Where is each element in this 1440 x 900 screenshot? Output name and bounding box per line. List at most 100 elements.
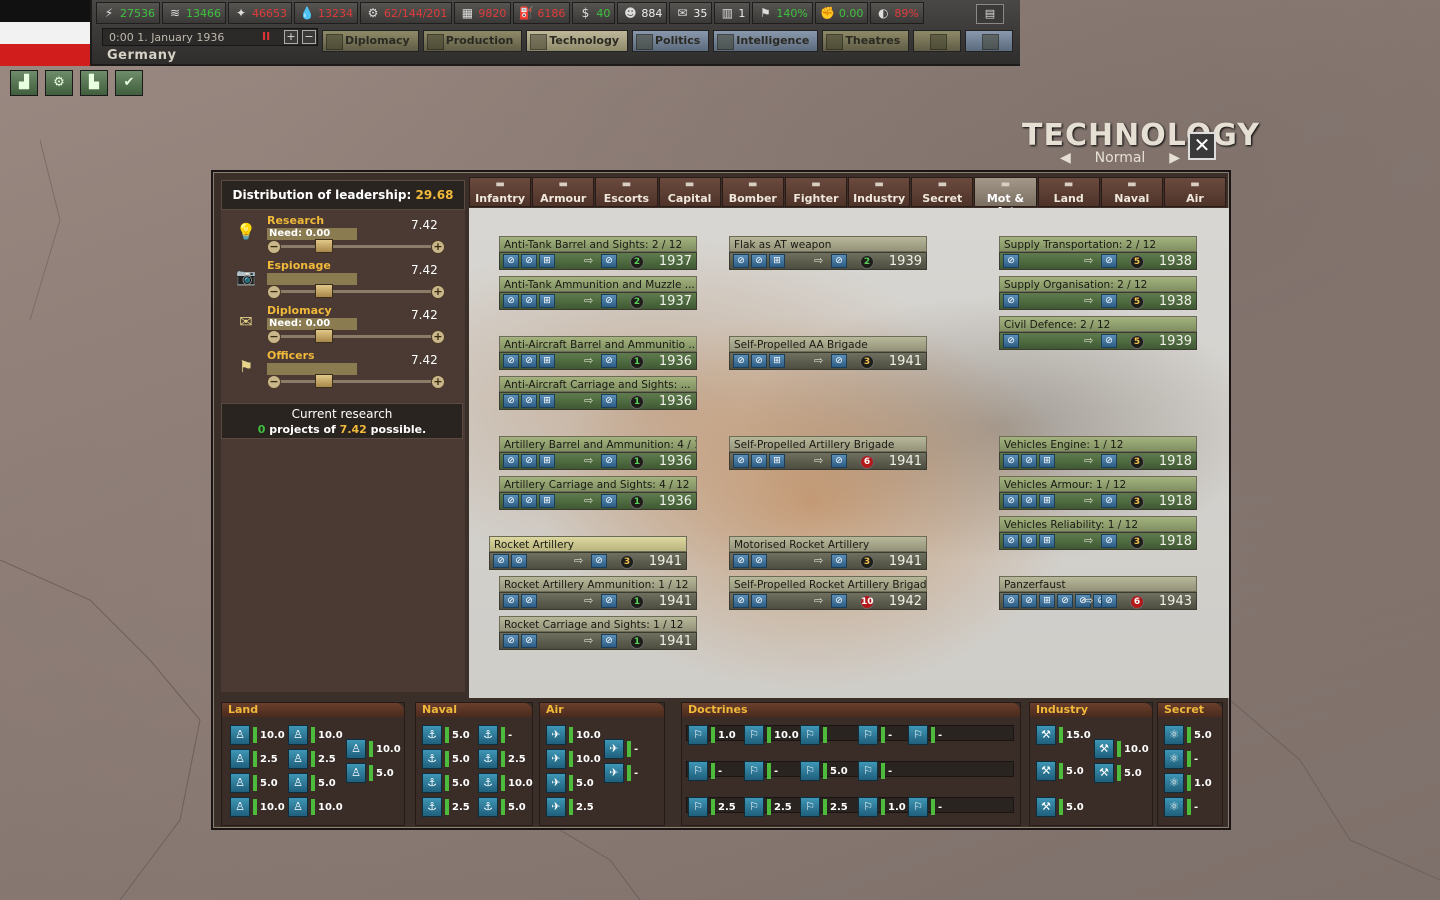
nav-technology-button[interactable]: Technology xyxy=(526,30,628,52)
summary-item[interactable]: ♙ 2.5 xyxy=(288,749,338,769)
summary-item[interactable]: ⚐ - xyxy=(744,761,794,781)
tab-secret[interactable]: ▬ Secret xyxy=(911,177,974,207)
slider-handle[interactable] xyxy=(315,239,333,253)
nav-production-button[interactable]: Production xyxy=(422,30,523,52)
tech-card[interactable]: Self-Propelled AA Brigade ⊘ ⊘ ⊞ ⇨ ⊘ 3 1941 xyxy=(729,336,927,370)
tech-card[interactable]: Rocket Artillery Ammunition: 1 / 12 ⊘ ⊘ ⇨ ⊘ 1… xyxy=(499,576,697,610)
nav-extra-7-button[interactable] xyxy=(965,30,1014,52)
speed-down-button[interactable]: − xyxy=(302,30,316,44)
checkmark-quick-icon[interactable]: ✔ xyxy=(115,70,143,96)
resource-oil[interactable]: 💧 13234 xyxy=(294,2,358,24)
tab-bomber[interactable]: ▬ Bomber xyxy=(721,177,784,207)
summary-item[interactable]: ⚐ 2.5 xyxy=(800,797,850,817)
tab-armour[interactable]: ▬ Armour xyxy=(532,177,595,207)
tech-card[interactable]: Anti-Aircraft Carriage and Sights: ... ⊘ ⊘… xyxy=(499,376,697,410)
slider-track[interactable] xyxy=(273,335,438,338)
nav-intelligence-button[interactable]: Intelligence xyxy=(713,30,819,52)
summary-item[interactable]: ⚐ 5.0 xyxy=(800,761,850,781)
summary-item[interactable]: ♙ 5.0 xyxy=(230,773,280,793)
resource-industry[interactable]: ⚙ 62/144/201 xyxy=(360,2,453,24)
tab-naval[interactable]: ▬ Naval xyxy=(1100,177,1163,207)
summary-item[interactable]: ✈ 10.0 xyxy=(546,725,601,745)
pause-button[interactable]: II xyxy=(262,30,270,43)
chart-quick-icon[interactable]: ▙ xyxy=(80,70,108,96)
summary-item[interactable]: ✈ 10.0 xyxy=(546,749,601,769)
summary-item[interactable]: ⚛ - xyxy=(1164,797,1214,817)
nav-theatres-button[interactable]: Theatres xyxy=(822,30,910,52)
summary-item[interactable]: ⚓ - xyxy=(478,725,528,745)
menu-button[interactable]: ▤ xyxy=(976,4,1004,24)
summary-item[interactable]: ⚐ 2.5 xyxy=(744,797,794,817)
summary-item[interactable]: ⚐ - xyxy=(688,761,738,781)
summary-item[interactable]: ⚛ 5.0 xyxy=(1164,725,1214,745)
summary-item[interactable]: ⚓ 10.0 xyxy=(478,773,533,793)
summary-item[interactable]: ⚒ 5.0 xyxy=(1094,763,1144,783)
decrease-button[interactable]: − xyxy=(267,375,281,389)
summary-item[interactable]: ⚐ - xyxy=(858,725,908,745)
summary-item[interactable]: ✈ 2.5 xyxy=(546,797,596,817)
summary-item[interactable]: ⚐ 10.0 xyxy=(744,725,799,745)
summary-item[interactable]: ♙ 2.5 xyxy=(230,749,280,769)
tech-card[interactable]: Panzerfaust⊘⊘⊞⊘⊘⊘⇨⊘61943 xyxy=(999,576,1197,610)
summary-item[interactable]: ⚓ 2.5 xyxy=(478,749,528,769)
resource-energy[interactable]: ⚡ 27536 xyxy=(96,2,160,24)
tech-card[interactable]: Supply Organisation: 2 / 12 ⊘ ⇨ ⊘ 5 1938 xyxy=(999,276,1197,310)
tech-card[interactable]: Artillery Barrel and Ammunition: 4 / 12 ⊘… xyxy=(499,436,697,470)
tech-card[interactable]: Vehicles Reliability: 1 / 12 ⊘ ⊘ ⊞ ⇨ ⊘ 3 1918 xyxy=(999,516,1197,550)
summary-item[interactable]: ⚒ 10.0 xyxy=(1094,739,1149,759)
tech-card[interactable]: Rocket Artillery ⊘ ⊘ ⇨ ⊘ 3 1941 xyxy=(489,536,687,570)
summary-item[interactable]: ⚛ 1.0 xyxy=(1164,773,1214,793)
summary-item[interactable]: ✈ - xyxy=(604,739,654,759)
tech-card[interactable]: Flak as AT weapon ⊘ ⊘ ⊞ ⇨ ⊘ 2 1939 xyxy=(729,236,927,270)
decrease-button[interactable]: − xyxy=(267,240,281,254)
resource-officers[interactable]: ⚑ 140% xyxy=(752,2,813,24)
tech-card[interactable]: Anti-Tank Barrel and Sights: 2 / 12 ⊘ ⊘ ⊞ ⇨ ⊘… xyxy=(499,236,697,270)
tab-industry[interactable]: ▬ Industry xyxy=(848,177,911,207)
nav-diplomacy-button[interactable]: Diplomacy xyxy=(322,30,419,52)
gear-quick-icon[interactable]: ⚙ xyxy=(45,70,73,96)
tech-card[interactable]: Anti-Tank Ammunition and Muzzle ... ⊘ ⊘ ⊞ ⇨ ⊘… xyxy=(499,276,697,310)
summary-item[interactable]: ⚓ 5.0 xyxy=(422,749,472,769)
summary-item[interactable]: ⚐ xyxy=(800,725,850,745)
tab-escorts[interactable]: ▬ Escorts xyxy=(595,177,658,207)
summary-item[interactable]: ✈ - xyxy=(604,763,654,783)
summary-item[interactable]: ⚓ 5.0 xyxy=(478,797,528,817)
summary-item[interactable]: ⚐ 1.0 xyxy=(688,725,738,745)
slider-track[interactable] xyxy=(273,290,438,293)
summary-item[interactable]: ♙ 5.0 xyxy=(288,773,338,793)
summary-item[interactable]: ♙ 5.0 xyxy=(346,763,396,783)
summary-item[interactable]: ♙ 10.0 xyxy=(230,797,285,817)
resource-fuel[interactable]: ⛽ 6186 xyxy=(513,2,571,24)
slider-track[interactable] xyxy=(273,245,438,248)
summary-item[interactable]: ♙ 10.0 xyxy=(230,725,285,745)
tech-card[interactable]: Supply Transportation: 2 / 12 ⊘ ⇨ ⊘ 5 1938 xyxy=(999,236,1197,270)
summary-item[interactable]: ✈ 5.0 xyxy=(546,773,596,793)
nav-politics-button[interactable]: Politics xyxy=(632,30,710,52)
tech-card[interactable]: Self-Propelled Artillery Brigade ⊘ ⊘ ⊞ ⇨ ⊘ 6 19… xyxy=(729,436,927,470)
resource-metal[interactable]: ≋ 13466 xyxy=(162,2,226,24)
slider-handle[interactable] xyxy=(315,374,333,388)
summary-item[interactable]: ♙ 10.0 xyxy=(288,725,343,745)
summary-item[interactable]: ⚛ - xyxy=(1164,749,1214,769)
slider-handle[interactable] xyxy=(315,329,333,343)
previous-mode-arrow-icon[interactable]: ◀ xyxy=(1060,150,1071,166)
summary-item[interactable]: ♙ 10.0 xyxy=(346,739,401,759)
speed-up-button[interactable]: + xyxy=(284,30,298,44)
summary-item[interactable]: ⚓ 5.0 xyxy=(422,773,472,793)
tech-card[interactable]: Self-Propelled Rocket Artillery Brigade ⊘… xyxy=(729,576,927,610)
close-button[interactable]: ✕ xyxy=(1188,132,1216,160)
tab-fighter[interactable]: ▬ Fighter xyxy=(784,177,848,207)
summary-item[interactable]: ⚐ - xyxy=(858,761,908,781)
tech-card[interactable]: Anti-Aircraft Barrel and Ammunitio ... ⊘ ⊘… xyxy=(499,336,697,370)
resource-supplies[interactable]: ▦ 9820 xyxy=(454,2,512,24)
slider-handle[interactable] xyxy=(315,284,333,298)
summary-item[interactable]: ⚓ 2.5 xyxy=(422,797,472,817)
tech-card[interactable]: Vehicles Engine: 1 / 12 ⊘ ⊘ ⊞ ⇨ ⊘ 3 1918 xyxy=(999,436,1197,470)
increase-button[interactable]: + xyxy=(431,375,445,389)
summary-item[interactable]: ⚒ 5.0 xyxy=(1036,761,1086,781)
tab-air[interactable]: ▬ Air xyxy=(1163,177,1227,207)
tech-card[interactable]: Artillery Carriage and Sights: 4 / 12 ⊘ ⊘ ⊞… xyxy=(499,476,697,510)
resource-diplomats[interactable]: ✉ 35 xyxy=(669,2,713,24)
decrease-button[interactable]: − xyxy=(267,285,281,299)
summary-item[interactable]: ⚓ 5.0 xyxy=(422,725,472,745)
